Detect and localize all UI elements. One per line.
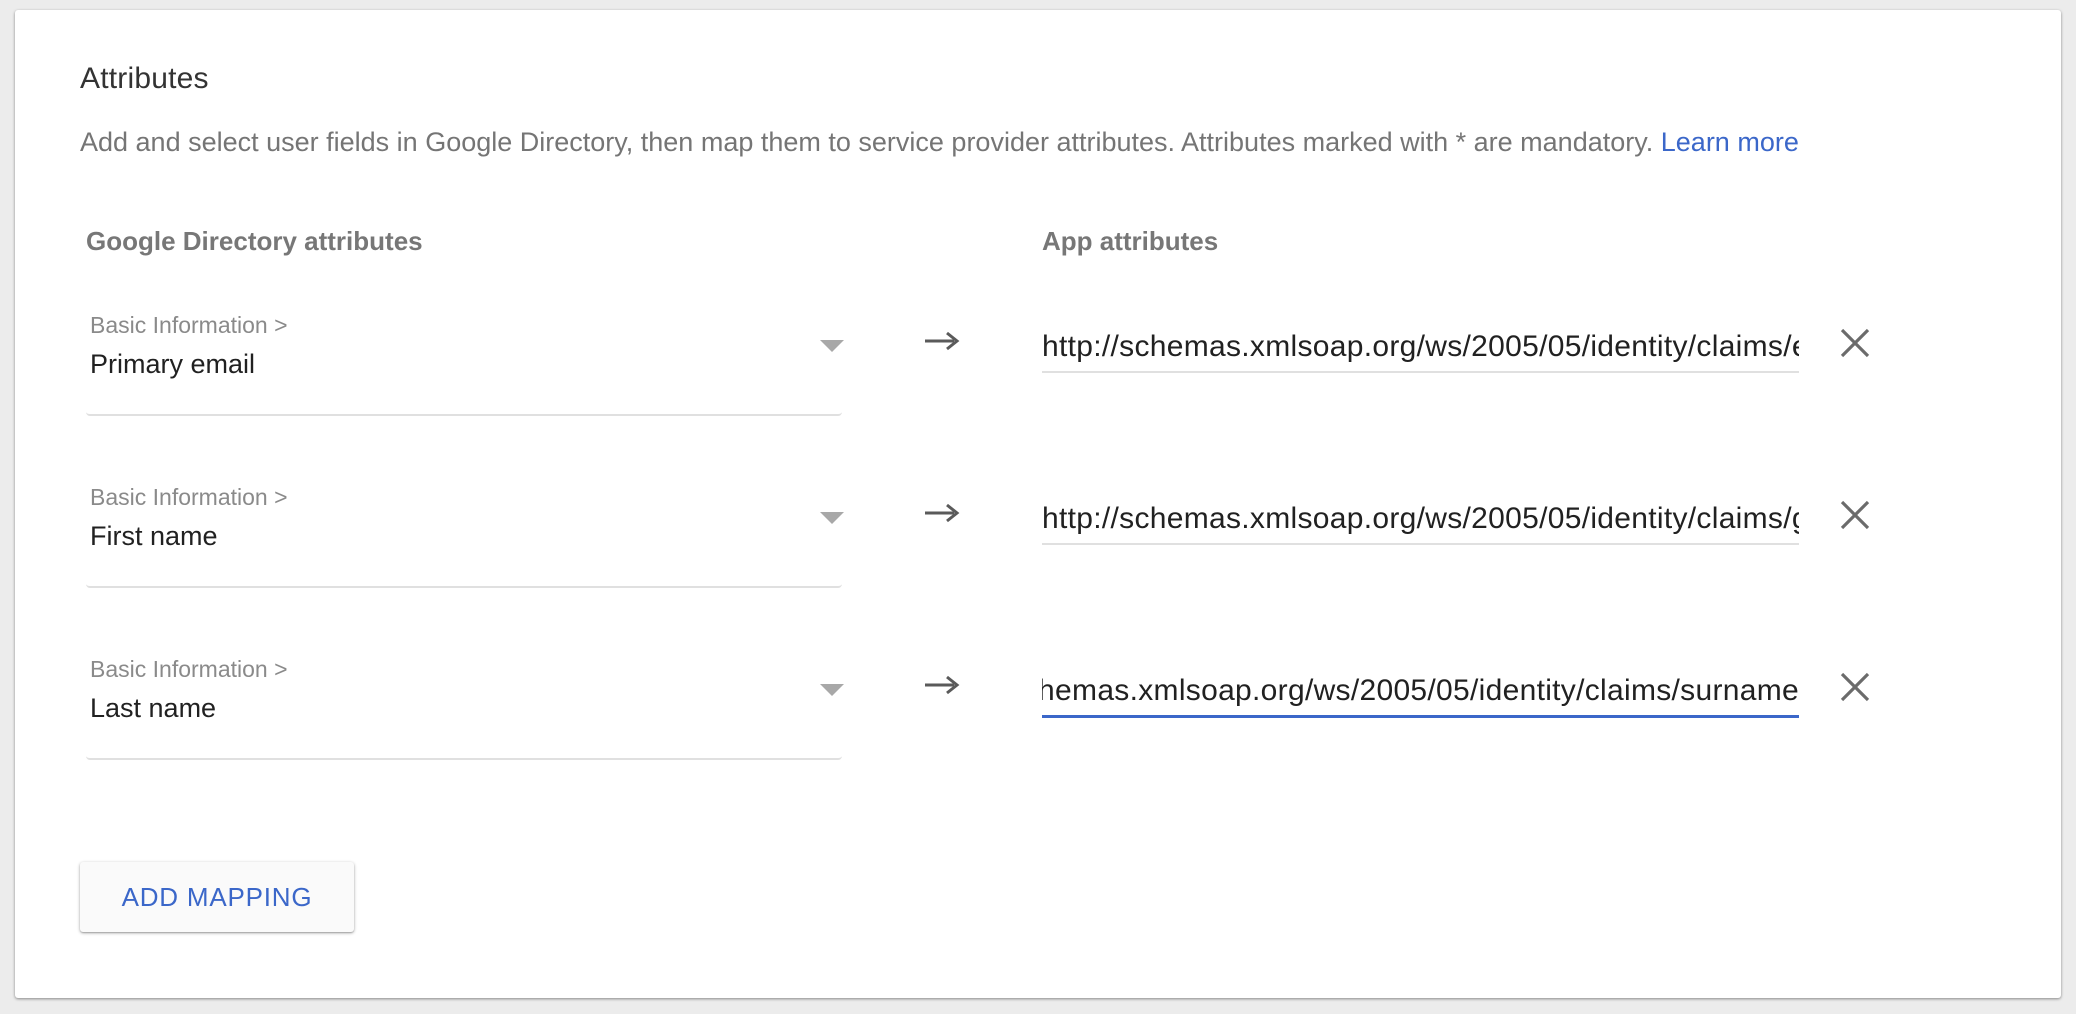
- mapping-row: Basic Information > Primary email: [15, 300, 2061, 430]
- app-attribute-input[interactable]: [1042, 323, 1799, 373]
- directory-attribute-dropdown[interactable]: Basic Information > First name: [86, 472, 844, 588]
- section-description: Add and select user fields in Google Dir…: [80, 127, 1799, 158]
- arrow-right-icon: [925, 675, 960, 695]
- mapping-row: Basic Information > Last name: [15, 644, 2061, 774]
- attribute-category: Basic Information >: [90, 484, 288, 510]
- close-icon[interactable]: [1837, 325, 1873, 361]
- attribute-value: First name: [90, 521, 218, 551]
- attribute-value: Primary email: [90, 349, 256, 379]
- attribute-value: Last name: [90, 693, 217, 723]
- close-icon[interactable]: [1837, 497, 1873, 533]
- dropdown-caret-icon: [820, 684, 844, 696]
- description-text: Add and select user fields in Google Dir…: [80, 127, 1654, 157]
- directory-attribute-dropdown[interactable]: Basic Information > Last name: [86, 644, 844, 760]
- arrow-right-icon: [925, 503, 960, 523]
- google-directory-attributes-header: Google Directory attributes: [86, 226, 423, 256]
- app-attributes-header: App attributes: [1042, 226, 1219, 256]
- arrow-right-icon: [925, 331, 960, 351]
- app-attribute-input[interactable]: [1042, 667, 1799, 718]
- attributes-card: Attributes Add and select user fields in…: [15, 10, 2061, 998]
- mapping-row: Basic Information > First name: [15, 472, 2061, 602]
- directory-attribute-dropdown[interactable]: Basic Information > Primary email: [86, 300, 844, 416]
- attribute-category: Basic Information >: [90, 656, 288, 682]
- attribute-category: Basic Information >: [90, 312, 288, 338]
- app-attribute-input[interactable]: [1042, 495, 1799, 545]
- learn-more-link[interactable]: Learn more: [1661, 127, 1799, 157]
- dropdown-caret-icon: [820, 512, 844, 524]
- add-mapping-button[interactable]: ADD MAPPING: [80, 862, 354, 932]
- section-title: Attributes: [80, 62, 209, 95]
- close-icon[interactable]: [1837, 669, 1873, 705]
- dropdown-caret-icon: [820, 340, 844, 352]
